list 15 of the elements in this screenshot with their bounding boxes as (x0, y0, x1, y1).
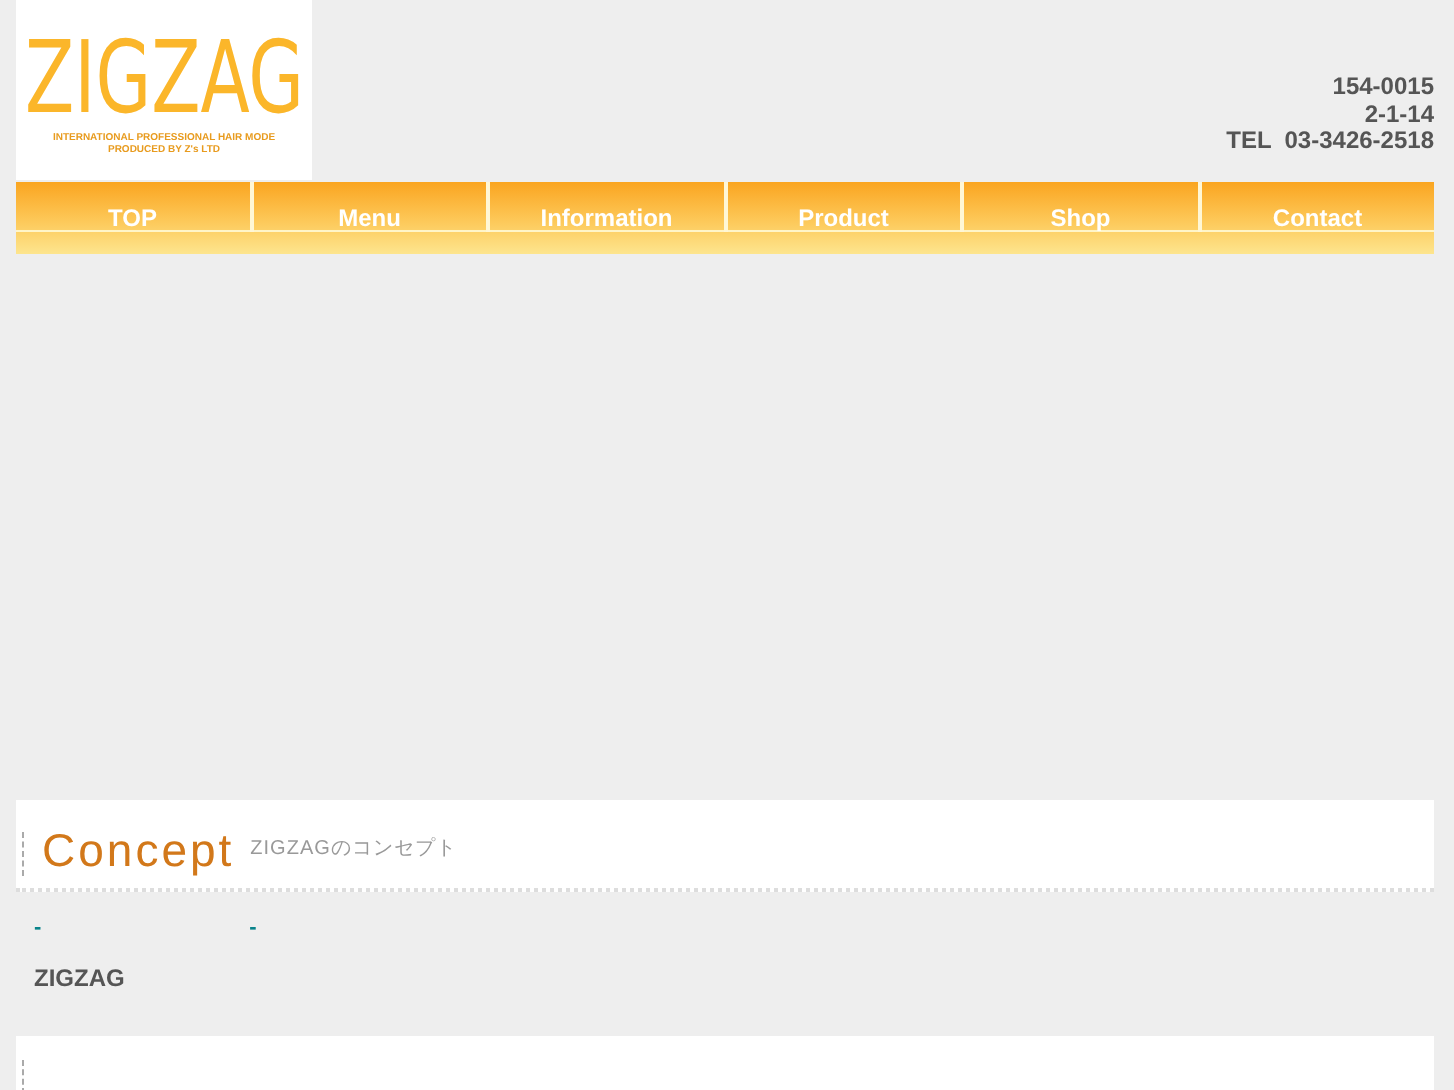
nav-link[interactable]: Product (723, 182, 960, 232)
nav-link[interactable]: Information (486, 182, 723, 232)
phone-number: TEL 03-3426-2518 (1226, 128, 1434, 155)
postal-code: 154-0015 (1332, 74, 1434, 101)
nav-link[interactable]: TOP (16, 182, 249, 232)
nav-link[interactable]: Contact (1197, 182, 1434, 232)
text-link[interactable]: - (249, 916, 257, 940)
text-link[interactable]: - (34, 916, 42, 940)
nav-link[interactable]: Shop (960, 182, 1197, 232)
body-text: ZIGZAG (34, 964, 127, 992)
section-subtitle: ZIGZAGのコンセプト (250, 835, 457, 862)
section-title: Concept (42, 824, 235, 876)
logo-wordmark: ZIGZAG (24, 24, 304, 132)
nav-link[interactable]: Menu (249, 182, 486, 232)
street-address: 2-1-14 (1364, 101, 1434, 128)
